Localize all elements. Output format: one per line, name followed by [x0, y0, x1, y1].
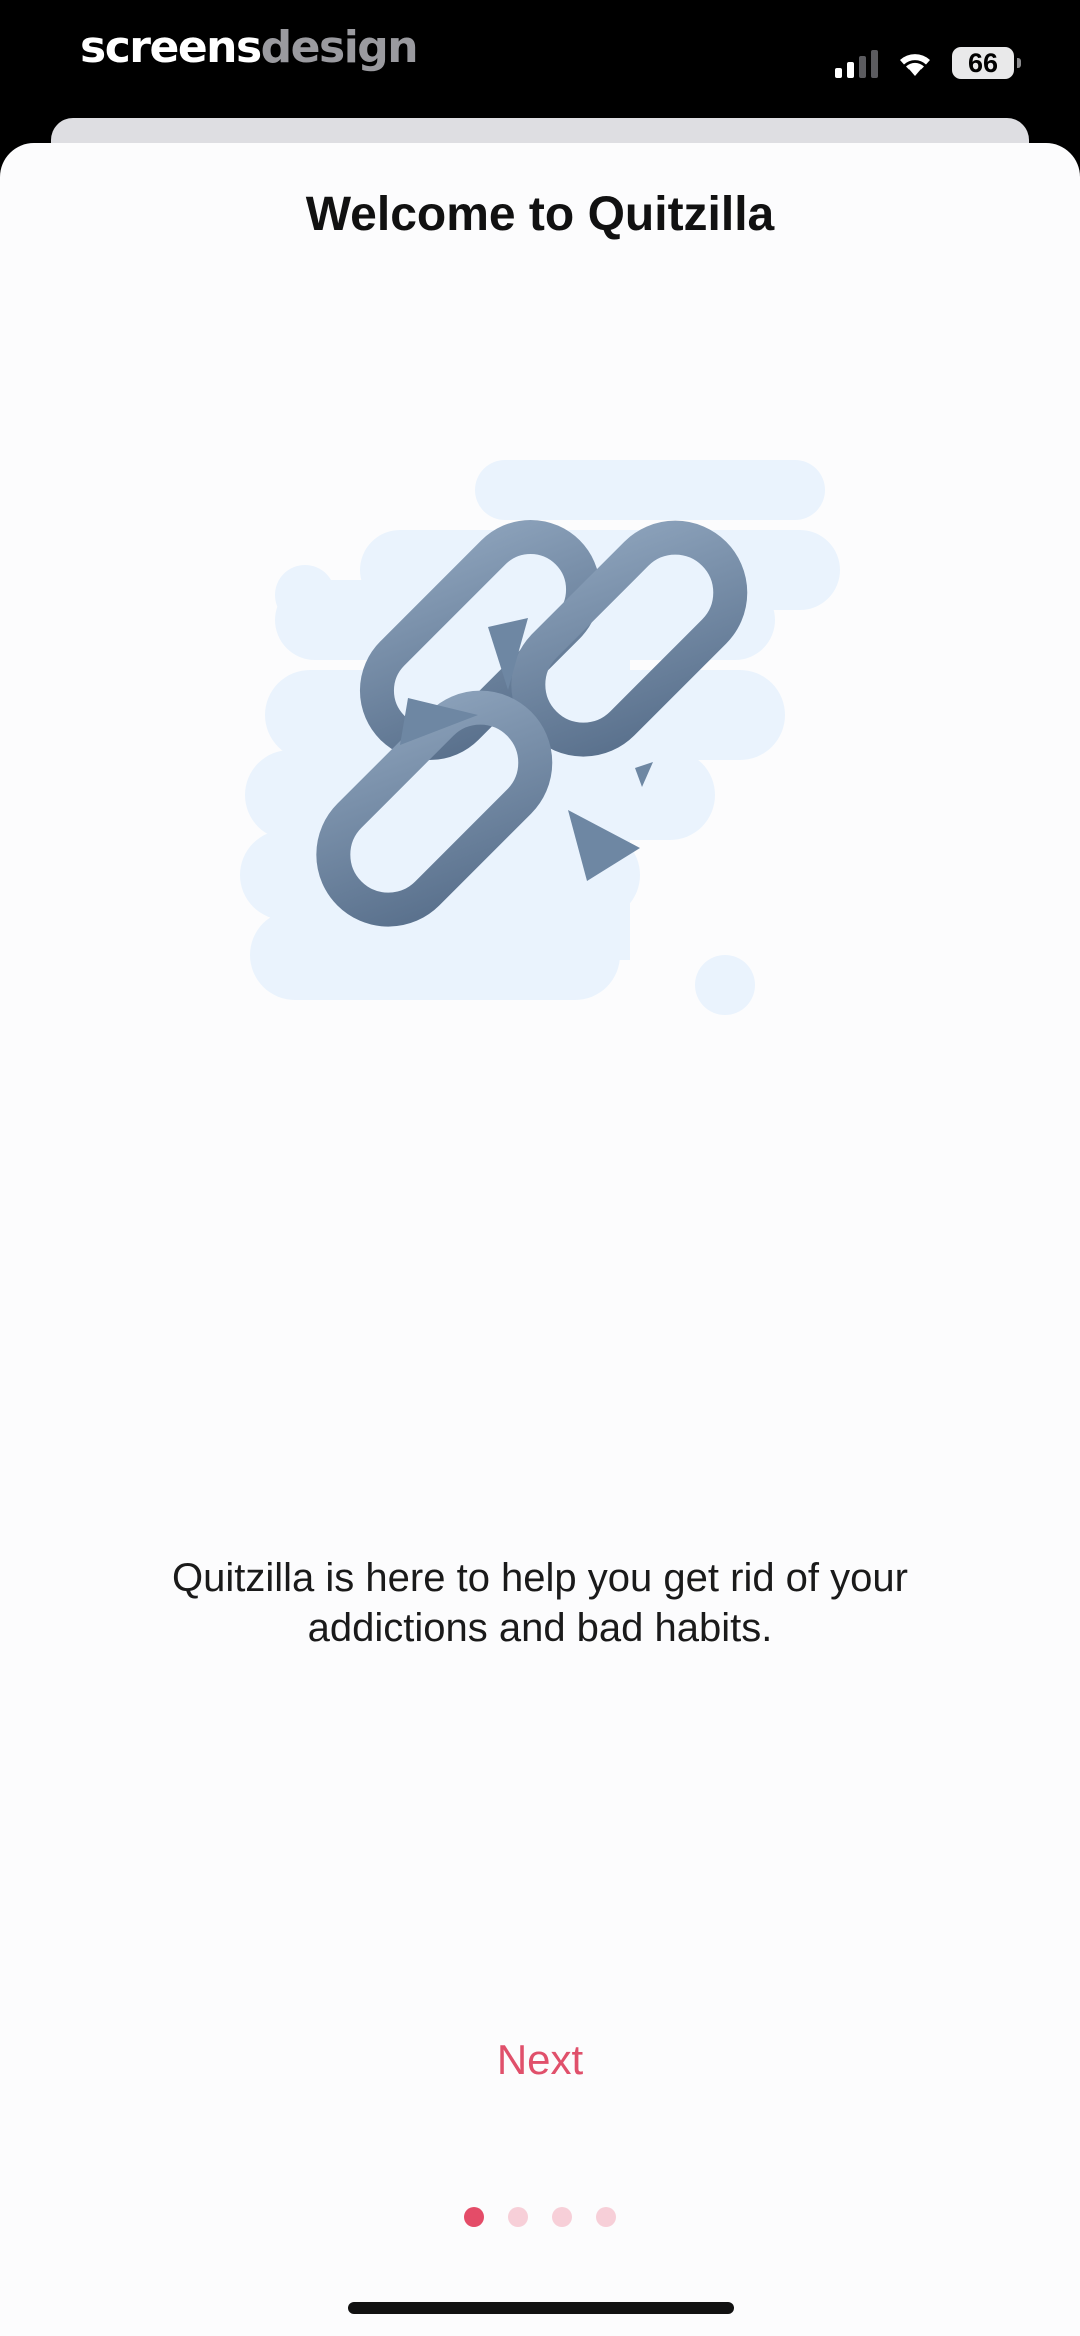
- next-button[interactable]: Next: [440, 2025, 640, 2095]
- wifi-icon: [900, 54, 930, 76]
- page-dot-2[interactable]: [508, 2207, 528, 2227]
- battery-icon: 66: [952, 47, 1021, 79]
- page-dot-3[interactable]: [552, 2207, 572, 2227]
- page-dot-1[interactable]: [464, 2207, 484, 2227]
- onboarding-description: Quitzilla is here to help you get rid of…: [172, 1556, 908, 1650]
- status-bar: screensdesign 66: [0, 0, 1080, 118]
- cellular-signal-icon: [835, 48, 878, 78]
- status-icons: 66: [835, 40, 1021, 86]
- page-indicator: [0, 2207, 1080, 2229]
- page-title: Welcome to Quitzilla: [305, 188, 775, 241]
- screen: screensdesign 66 Welcome to Quitzilla Qu…: [0, 0, 1080, 2336]
- watermark-logo: screensdesign: [80, 22, 419, 74]
- watermark-part-1: screens: [80, 22, 262, 73]
- broken-chain-icon: [240, 460, 840, 1015]
- watermark-part-2: design: [260, 22, 419, 73]
- home-indicator[interactable]: [348, 2302, 734, 2314]
- page-dot-4[interactable]: [596, 2207, 616, 2227]
